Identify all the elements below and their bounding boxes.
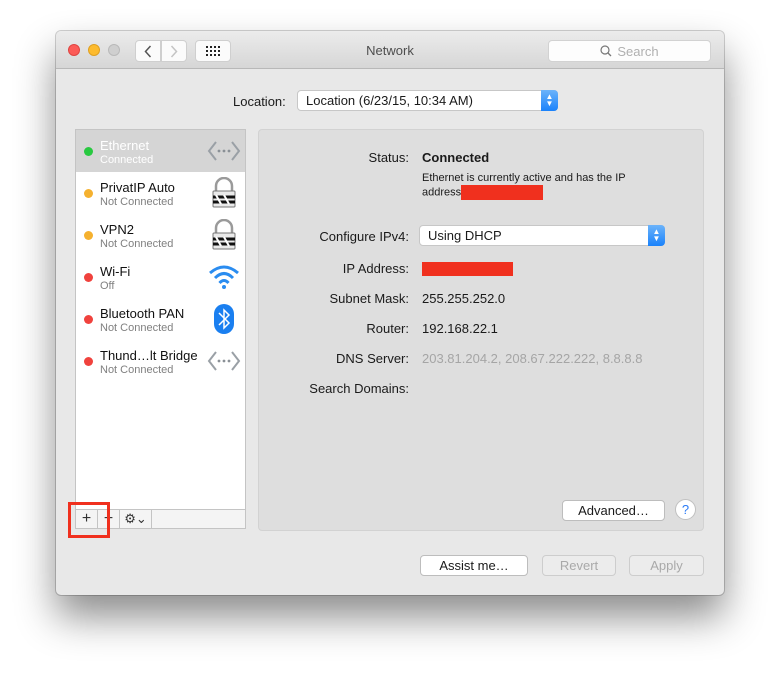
status-label: Status:: [368, 150, 409, 165]
gear-icon: ⚙︎⌄: [124, 511, 147, 526]
network-preferences-window: Network Search Location: Location (6/23/…: [56, 31, 724, 595]
search-icon: [600, 45, 612, 57]
wifi-icon: [207, 261, 241, 293]
service-name: VPN2: [100, 222, 134, 237]
service-item-wifi[interactable]: Wi-Fi Off: [76, 256, 245, 298]
vpn-lock-icon: [207, 177, 241, 209]
help-button[interactable]: ?: [675, 499, 696, 520]
service-item-vpn2[interactable]: VPN2 Not Connected: [76, 214, 245, 256]
subnet-mask-label: Subnet Mask:: [329, 291, 410, 306]
redacted-ip: [461, 185, 544, 200]
search-placeholder: Search: [617, 43, 659, 59]
status-dot-yellow: [84, 231, 93, 240]
annotation-highlight-box: [68, 502, 110, 538]
dns-server-label: DNS Server:: [336, 351, 409, 366]
configure-ipv4-label: Configure IPv4:: [319, 229, 409, 244]
status-dot-yellow: [84, 189, 93, 198]
service-item-thunderbolt-bridge[interactable]: Thund…lt Bridge Not Connected: [76, 340, 245, 382]
vpn-lock-icon: [207, 219, 241, 251]
service-list: Ethernet Connected PrivatIP Auto Not Con…: [75, 129, 246, 529]
assist-me-button[interactable]: Assist me…: [420, 555, 528, 576]
status-value: Connected: [422, 150, 490, 165]
router-label: Router:: [366, 321, 409, 336]
select-stepper-icon: ▲ ▼: [541, 90, 558, 111]
service-item-bluetooth-pan[interactable]: Bluetooth PAN Not Connected: [76, 298, 245, 340]
subnet-mask-value: 255.255.252.0: [422, 291, 506, 306]
status-dot-red: [84, 315, 93, 324]
location-value: Location (6/23/15, 10:34 AM): [306, 93, 473, 108]
service-status: Off: [100, 280, 115, 292]
titlebar: Network Search: [56, 31, 724, 69]
location-select[interactable]: Location (6/23/15, 10:34 AM) ▲ ▼: [297, 90, 558, 111]
ip-address-label: IP Address:: [342, 261, 409, 276]
ip-address-value: [422, 260, 513, 276]
location-label: Location:: [233, 94, 286, 109]
configure-ipv4-select[interactable]: Using DHCP ▲ ▼: [419, 225, 665, 246]
service-name: Wi-Fi: [100, 264, 131, 279]
service-name: Ethernet: [100, 138, 150, 153]
service-name: PrivatIP Auto: [100, 180, 175, 195]
service-item-ethernet[interactable]: Ethernet Connected: [76, 130, 245, 172]
service-detail-panel: Status: Connected Ethernet is currently …: [258, 129, 704, 531]
status-description-line1: Ethernet is currently active and has the…: [422, 172, 626, 184]
status-description-line2: address: [422, 186, 462, 199]
service-status: Not Connected: [100, 196, 174, 208]
search-field[interactable]: Search: [548, 40, 711, 62]
revert-button[interactable]: Revert: [542, 555, 616, 576]
status-dot-green: [84, 147, 93, 156]
select-stepper-icon: ▲ ▼: [648, 225, 665, 246]
router-value: 192.168.22.1: [422, 321, 498, 336]
ethernet-arrows-icon: [207, 135, 241, 167]
service-status: Not Connected: [100, 322, 174, 334]
status-description: Ethernet is currently active and has the…: [422, 171, 662, 200]
bluetooth-icon: [207, 303, 241, 335]
configure-ipv4-value: Using DHCP: [428, 228, 502, 243]
advanced-button[interactable]: Advanced…: [562, 500, 665, 521]
search-domains-label: Search Domains:: [309, 381, 409, 396]
service-item-privatip-auto[interactable]: PrivatIP Auto Not Connected: [76, 172, 245, 214]
apply-button[interactable]: Apply: [629, 555, 704, 576]
dns-server-value: 203.81.204.2, 208.67.222.222, 8.8.8.8: [422, 351, 643, 366]
service-status: Connected: [100, 154, 154, 166]
status-dot-red: [84, 273, 93, 282]
service-status: Not Connected: [100, 364, 174, 376]
gear-menu-button[interactable]: ⚙︎⌄: [120, 510, 152, 528]
redacted-ip: [422, 261, 513, 276]
service-name: Bluetooth PAN: [100, 306, 185, 321]
service-status: Not Connected: [100, 238, 174, 250]
ethernet-arrows-icon: [207, 345, 241, 377]
service-name: Thund…lt Bridge: [100, 348, 198, 363]
status-dot-red: [84, 357, 93, 366]
